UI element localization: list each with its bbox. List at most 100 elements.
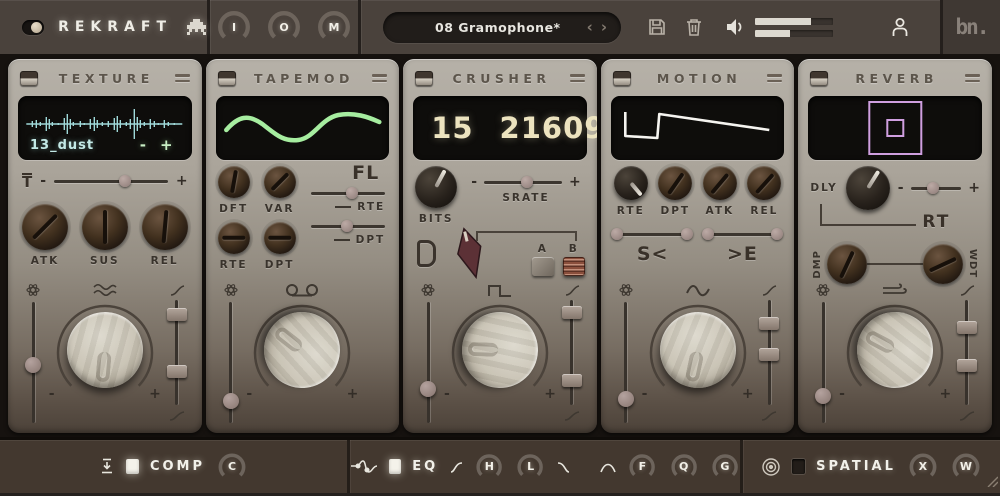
texture-env-range-slider[interactable] bbox=[166, 300, 187, 405]
slider-handle[interactable] bbox=[222, 393, 239, 410]
motion-release-label: REL bbox=[750, 205, 779, 217]
motion-attack-knob[interactable] bbox=[702, 166, 737, 200]
motion-rand-slider[interactable] bbox=[617, 302, 634, 423]
slider-handle[interactable] bbox=[815, 388, 832, 405]
preset-browser[interactable]: 08 Gramophone* ‹ › bbox=[383, 11, 621, 43]
rt-slider[interactable] bbox=[910, 181, 962, 195]
width-knob[interactable] bbox=[923, 244, 964, 284]
eq-enable-checkbox[interactable] bbox=[388, 459, 402, 474]
reverb-main-knob[interactable]: - + bbox=[839, 298, 951, 404]
motion-main-knob[interactable]: - + bbox=[642, 300, 754, 404]
tapemod-rand-slider[interactable] bbox=[222, 302, 239, 423]
reverb-env-range-slider[interactable] bbox=[956, 300, 977, 405]
slider-handle[interactable] bbox=[420, 381, 437, 398]
motion-power-button[interactable] bbox=[612, 70, 631, 86]
texture-main-knob[interactable]: - + bbox=[49, 300, 161, 404]
texture-power-button[interactable] bbox=[20, 70, 38, 86]
delete-preset-button[interactable] bbox=[685, 17, 703, 37]
variance-knob[interactable] bbox=[263, 166, 296, 198]
reverb-menu-icon[interactable] bbox=[964, 74, 980, 82]
attack-knob[interactable] bbox=[22, 204, 68, 250]
range-handle-left[interactable] bbox=[611, 228, 624, 240]
range-handle-right[interactable] bbox=[680, 228, 693, 240]
bits-knob[interactable] bbox=[415, 166, 458, 208]
resize-handle[interactable] bbox=[984, 472, 999, 491]
spatial-width-knob[interactable]: W bbox=[950, 451, 982, 483]
eq-low-knob[interactable]: L bbox=[515, 451, 545, 483]
preset-next-button[interactable]: › bbox=[601, 19, 607, 35]
account-button[interactable] bbox=[890, 16, 910, 38]
crusher-menu-icon[interactable] bbox=[569, 74, 585, 82]
volume-slider-bottom[interactable] bbox=[755, 29, 833, 37]
motion-env-range-slider[interactable] bbox=[759, 300, 780, 405]
flutter-rate-slider[interactable] bbox=[311, 186, 386, 200]
drift-knob[interactable] bbox=[217, 166, 250, 198]
flutter-depth-slider[interactable] bbox=[311, 219, 386, 233]
range-handle-top[interactable] bbox=[956, 321, 977, 334]
reverb-power-button[interactable] bbox=[810, 70, 829, 86]
slider-handle[interactable] bbox=[118, 175, 131, 187]
loop-start-slider[interactable] bbox=[611, 227, 693, 241]
volume-slider-top[interactable] bbox=[755, 17, 833, 25]
range-handle-top[interactable] bbox=[561, 306, 582, 320]
slider-handle[interactable] bbox=[345, 187, 358, 199]
crusher-power-button[interactable] bbox=[415, 70, 434, 86]
sustain-knob[interactable] bbox=[81, 204, 128, 250]
texture-sample-prev-button[interactable]: - bbox=[133, 136, 153, 154]
range-handle-bottom[interactable] bbox=[759, 348, 780, 362]
preset-name[interactable]: 08 Gramophone* bbox=[383, 20, 587, 35]
eq-high-knob[interactable]: H bbox=[474, 451, 504, 483]
reverb-rand-slider[interactable] bbox=[815, 302, 832, 423]
crusher-env-range-slider[interactable] bbox=[561, 300, 582, 405]
motion-release-knob[interactable] bbox=[747, 166, 782, 200]
power-toggle[interactable] bbox=[22, 19, 45, 35]
comp-amount-knob[interactable]: C bbox=[216, 451, 248, 483]
save-button[interactable] bbox=[647, 17, 667, 37]
release-knob[interactable] bbox=[141, 204, 188, 250]
range-handle-bottom[interactable] bbox=[561, 373, 582, 387]
motion-menu-icon[interactable] bbox=[767, 74, 783, 82]
spatial-enable-checkbox[interactable] bbox=[792, 459, 806, 474]
range-handle-right[interactable] bbox=[771, 228, 784, 240]
damp-knob[interactable] bbox=[827, 244, 868, 284]
speaker-icon[interactable] bbox=[725, 18, 745, 36]
crusher-rand-slider[interactable] bbox=[420, 302, 437, 423]
range-handle-top[interactable] bbox=[759, 316, 780, 330]
loop-end-slider[interactable] bbox=[702, 227, 784, 241]
texture-sample-name[interactable]: 13_dust bbox=[30, 138, 133, 153]
range-handle-left[interactable] bbox=[702, 228, 715, 240]
slider-handle[interactable] bbox=[25, 356, 41, 373]
comp-enable-checkbox[interactable] bbox=[125, 459, 139, 474]
motion-depth-knob[interactable] bbox=[658, 166, 693, 200]
slider-handle[interactable] bbox=[927, 182, 940, 194]
range-handle-top[interactable] bbox=[166, 308, 187, 322]
crusher-main-knob[interactable]: - + bbox=[444, 300, 556, 404]
eq-gain-knob[interactable]: G bbox=[710, 451, 740, 483]
texture-tune-slider[interactable] bbox=[54, 174, 168, 188]
preset-prev-button[interactable]: ‹ bbox=[587, 19, 593, 35]
mode-b-button[interactable] bbox=[562, 256, 585, 276]
eq-freq-knob[interactable]: F bbox=[627, 451, 657, 483]
output-gain-knob[interactable]: O bbox=[265, 8, 303, 46]
range-handle-bottom[interactable] bbox=[166, 365, 187, 379]
input-gain-knob[interactable]: I bbox=[215, 8, 253, 46]
tapemod-power-button[interactable] bbox=[217, 70, 236, 86]
slider-handle[interactable] bbox=[617, 390, 634, 407]
slider-handle[interactable] bbox=[340, 220, 353, 232]
texture-rand-slider[interactable] bbox=[25, 302, 41, 423]
texture-sample-next-button[interactable]: + bbox=[153, 136, 180, 154]
srate-slider[interactable] bbox=[484, 175, 563, 189]
tapemod-main-knob[interactable]: - + bbox=[246, 296, 358, 404]
range-handle-bottom[interactable] bbox=[956, 358, 977, 372]
mix-knob[interactable]: M bbox=[315, 8, 353, 46]
motion-rate-knob[interactable] bbox=[613, 166, 648, 200]
knob-groove bbox=[684, 350, 705, 383]
slider-handle[interactable] bbox=[520, 176, 533, 188]
spatial-x-knob[interactable]: X bbox=[907, 451, 939, 483]
depth-knob[interactable] bbox=[263, 222, 296, 254]
eq-q-knob[interactable]: Q bbox=[669, 451, 699, 483]
mode-a-button[interactable] bbox=[531, 256, 554, 276]
texture-menu-icon[interactable] bbox=[174, 74, 190, 82]
tapemod-menu-icon[interactable] bbox=[372, 74, 388, 82]
rate-knob[interactable] bbox=[217, 222, 250, 254]
